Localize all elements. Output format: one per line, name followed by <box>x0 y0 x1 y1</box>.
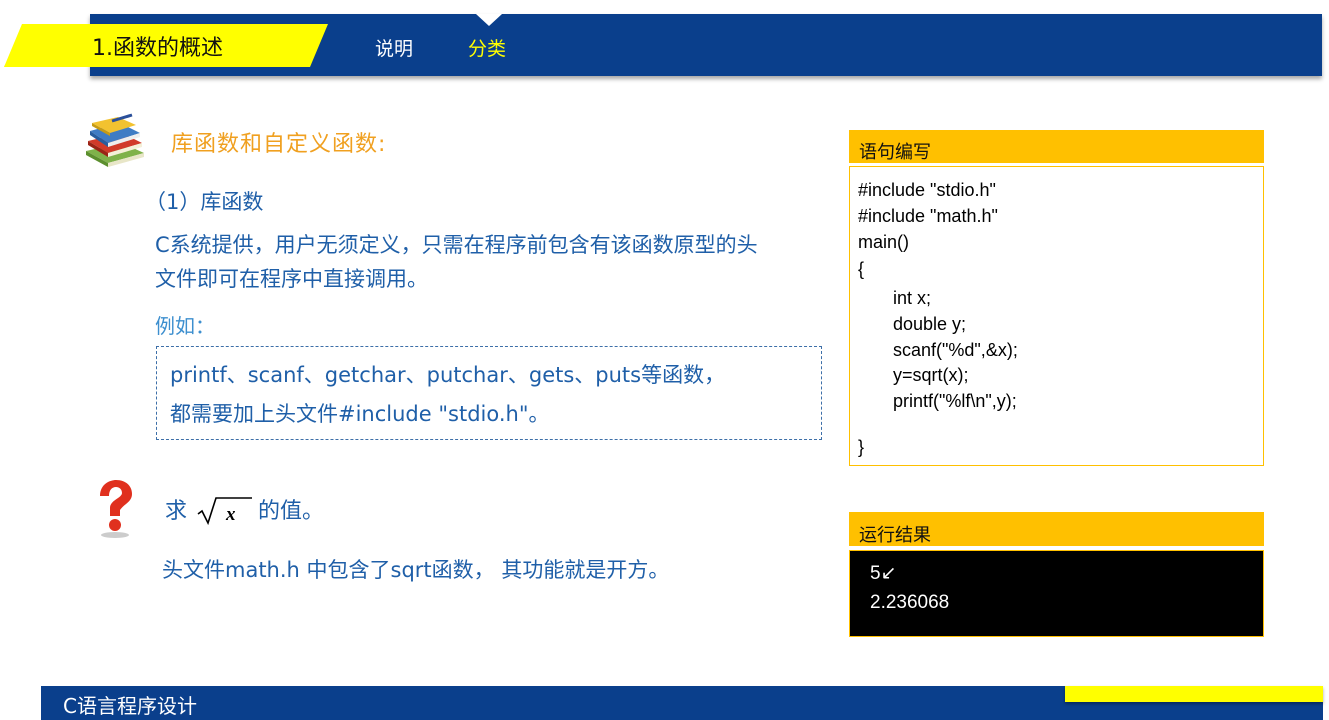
tab-category[interactable]: 分类 <box>468 34 506 61</box>
page-title: 1.函数的概述 <box>92 36 223 61</box>
question-prefix: 求 <box>165 499 188 524</box>
code-panel-title: 语句编写 <box>859 142 931 163</box>
tab-explain[interactable]: 说明 <box>375 34 413 61</box>
example-text: printf、scanf、getchar、putchar、gets、puts等函… <box>170 356 810 434</box>
footer-accent <box>1065 686 1323 702</box>
code-line: double y; <box>893 314 967 334</box>
console-line: 2.236068 <box>870 592 950 613</box>
code-line: { <box>858 259 865 279</box>
books-icon <box>86 113 144 167</box>
code-line: int x; <box>893 288 932 308</box>
subheading-library-functions: （1）库函数 <box>145 190 264 214</box>
code-line: } <box>858 437 865 457</box>
result-panel-title: 运行结果 <box>859 525 931 546</box>
code-line: #include "math.h" <box>858 206 998 226</box>
math-header-note: 头文件math.h 中包含了sqrt函数， 其功能就是开方。 <box>162 558 670 582</box>
code-line: #include "stdio.h" <box>858 180 996 200</box>
course-title: C语言程序设计 <box>63 694 197 718</box>
question-suffix: 的值。 <box>258 499 325 524</box>
console-line: 5↙ <box>870 563 897 584</box>
question-mark-icon <box>100 480 132 538</box>
code-line: y=sqrt(x); <box>893 365 969 385</box>
active-tab-indicator <box>476 14 502 26</box>
section-heading: 库函数和自定义函数: <box>171 132 387 157</box>
example-line-2: 都需要加上头文件#include "stdio.h"。 <box>170 402 550 426</box>
svg-text:x: x <box>225 504 236 525</box>
sqrt-x-formula: x <box>197 497 252 526</box>
library-function-description: C系统提供，用户无须定义，只需在程序前包含有该函数原型的头文件即可在程序中直接调… <box>155 233 758 291</box>
example-label: 例如： <box>155 314 215 338</box>
code-line: main() <box>858 232 910 252</box>
code-line: printf("%lf\n",y); <box>893 391 1017 411</box>
code-line: scanf("%d",&x); <box>893 340 1018 360</box>
example-line-1: printf、scanf、getchar、putchar、gets、puts等函… <box>170 363 726 387</box>
